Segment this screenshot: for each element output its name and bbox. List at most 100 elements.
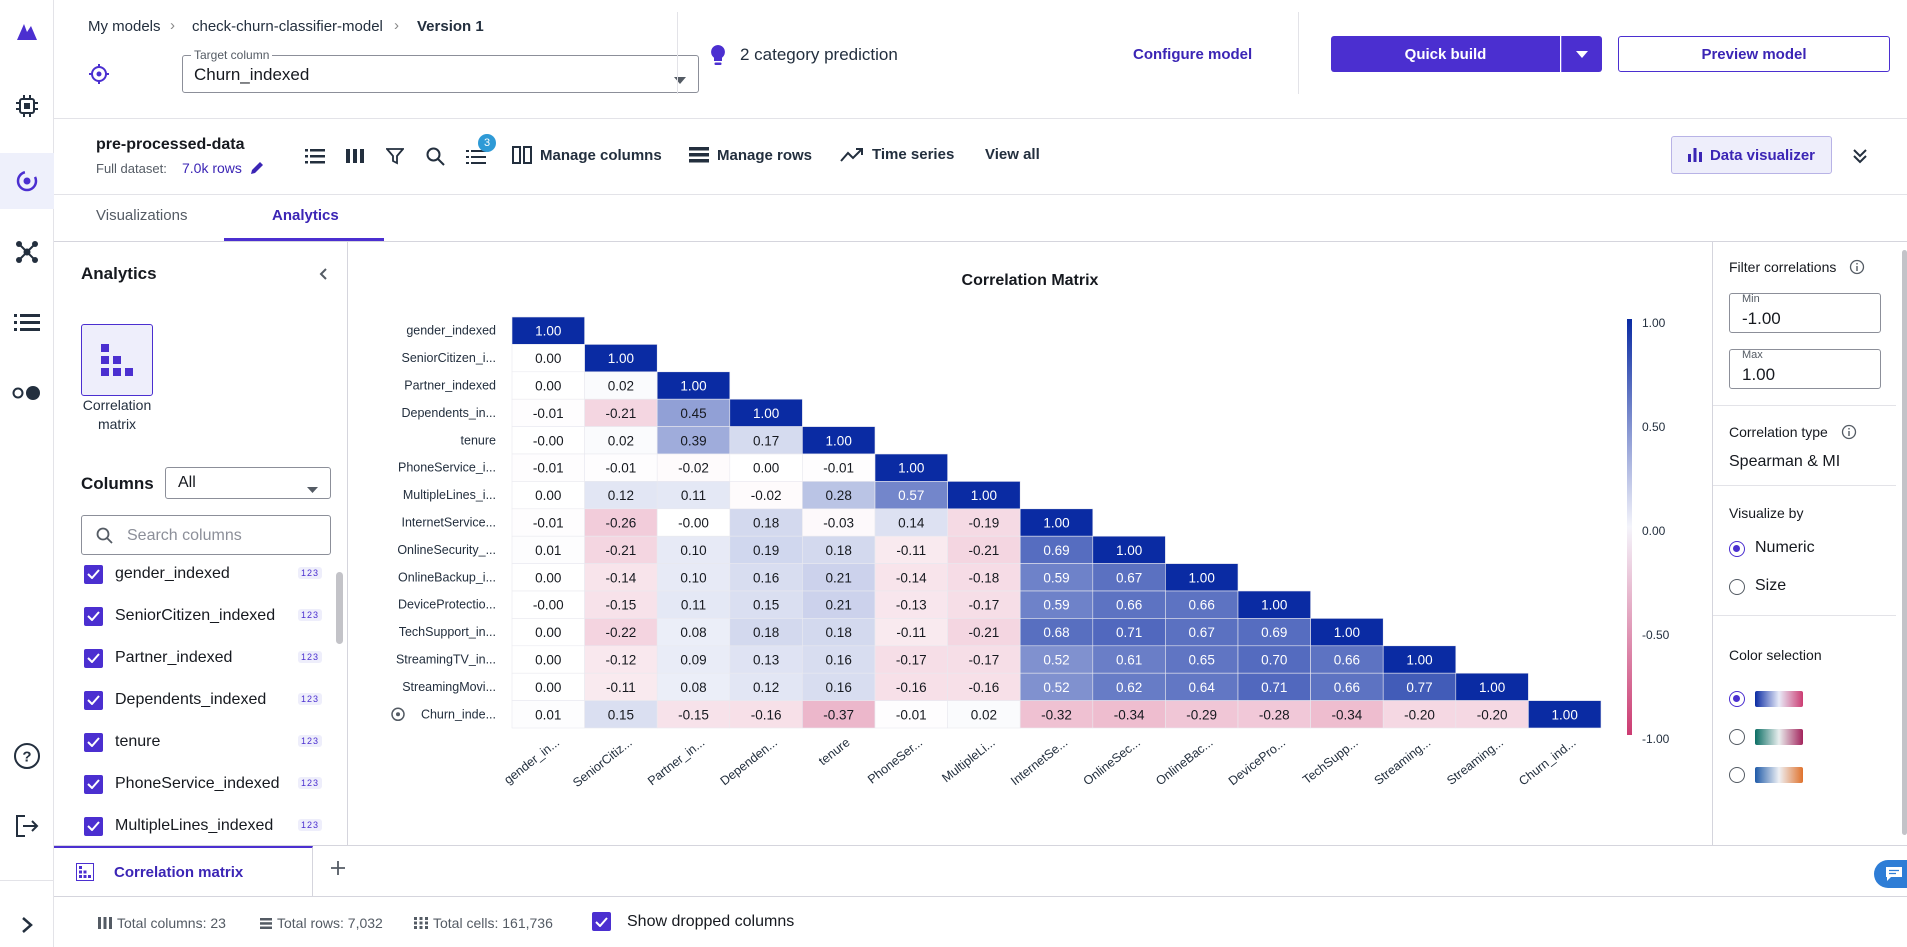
- colorbar-tick-label: 1.00: [1642, 316, 1666, 330]
- breadcrumb-model[interactable]: check-churn-classifier-model: [192, 18, 383, 35]
- max-correlation-input[interactable]: Max 1.00: [1729, 349, 1881, 389]
- color-swatch-blue-orange[interactable]: [1755, 767, 1803, 783]
- color-swatch-blue-pink[interactable]: [1755, 691, 1803, 707]
- manage-columns-button[interactable]: Manage columns: [512, 146, 662, 164]
- cell-value: -0.22: [606, 625, 637, 640]
- column-item[interactable]: Dependents_indexed: [84, 688, 266, 712]
- color-scheme-radio-teal-magenta[interactable]: [1729, 729, 1745, 745]
- column-item[interactable]: SeniorCitizen_indexed: [84, 604, 275, 628]
- column-checkbox[interactable]: [84, 732, 103, 752]
- correlation-matrix-tab[interactable]: Correlation matrix: [54, 846, 313, 896]
- column-checkbox[interactable]: [84, 816, 103, 836]
- columns-filter-select[interactable]: All: [165, 467, 331, 499]
- min-correlation-input[interactable]: Min -1.00: [1729, 293, 1881, 333]
- app-logo-icon[interactable]: [12, 18, 42, 48]
- network-icon[interactable]: [12, 237, 42, 267]
- column-checkbox[interactable]: [84, 606, 103, 626]
- column-label: OnlineSec...: [1081, 735, 1143, 788]
- cell-value: 0.61: [1116, 653, 1142, 668]
- tab-visualizations[interactable]: Visualizations: [96, 207, 187, 224]
- size-radio[interactable]: [1729, 579, 1745, 595]
- numeric-type-badge: 123: [298, 735, 323, 747]
- manage-columns-label: Manage columns: [540, 146, 662, 164]
- cell-value: 0.19: [753, 543, 779, 558]
- preview-model-button[interactable]: Preview model: [1618, 36, 1890, 72]
- edit-pencil-icon[interactable]: [249, 160, 265, 179]
- search-columns-input[interactable]: Search columns: [81, 515, 331, 555]
- column-item[interactable]: tenure: [84, 730, 160, 754]
- cell-value: -0.03: [823, 516, 854, 531]
- column-item[interactable]: PhoneService_indexed: [84, 772, 280, 796]
- quick-build-button[interactable]: Quick build: [1331, 36, 1560, 72]
- build-options-dropdown[interactable]: [1561, 36, 1602, 72]
- time-series-button[interactable]: Time series: [840, 146, 954, 163]
- columns-scrollbar[interactable]: [336, 572, 343, 644]
- expand-chevron-icon[interactable]: [12, 910, 42, 940]
- chip-icon[interactable]: [12, 91, 42, 121]
- cell-value: 1.00: [826, 433, 852, 448]
- color-swatch-teal-magenta[interactable]: [1755, 729, 1803, 745]
- column-view-icon[interactable]: [346, 148, 364, 167]
- show-dropped-checkbox[interactable]: [592, 912, 611, 931]
- column-item[interactable]: Partner_indexed: [84, 646, 232, 670]
- search-icon: [96, 527, 113, 547]
- svg-text:?: ?: [22, 749, 31, 766]
- search-icon[interactable]: [426, 147, 445, 169]
- cell-value: 0.21: [826, 570, 852, 585]
- filter-icon[interactable]: [385, 147, 405, 168]
- max-label: Max: [1742, 349, 1763, 361]
- numeric-radio[interactable]: [1729, 541, 1745, 557]
- correlation-matrix-card[interactable]: [81, 324, 153, 396]
- cell-value: -0.00: [678, 516, 709, 531]
- column-checkbox[interactable]: [84, 774, 103, 794]
- cell-value: 1.00: [1261, 598, 1287, 613]
- cell-value: -0.19: [969, 516, 1000, 531]
- row-label: MultipleLines_i...: [403, 488, 496, 502]
- list-view-icon[interactable]: [305, 148, 325, 167]
- correlation-matrix-tab-label: Correlation matrix: [114, 864, 244, 881]
- rows-count-link[interactable]: 7.0k rows: [182, 160, 242, 176]
- view-all-button[interactable]: View all: [985, 146, 1040, 163]
- cell-value: 0.00: [535, 351, 561, 366]
- target-column-icon: [396, 712, 400, 717]
- column-checkbox[interactable]: [84, 690, 103, 710]
- cell-value: -0.11: [896, 625, 926, 640]
- list-icon[interactable]: [12, 308, 42, 338]
- models-icon[interactable]: [0, 153, 54, 209]
- add-tab-plus-icon[interactable]: [330, 860, 346, 879]
- breadcrumb-my-models[interactable]: My models: [88, 18, 161, 35]
- configure-model-link[interactable]: Configure model: [1133, 46, 1252, 63]
- cell-value: 0.68: [1043, 625, 1069, 640]
- info-icon[interactable]: [1841, 424, 1857, 443]
- logout-icon[interactable]: [12, 811, 42, 841]
- cell-value: -0.11: [896, 543, 926, 558]
- color-scheme-radio-blue-pink[interactable]: [1729, 691, 1745, 707]
- column-item[interactable]: gender_indexed: [84, 562, 230, 586]
- target-column-select[interactable]: Target column Churn_indexed: [182, 48, 699, 93]
- cell-value: 0.21: [826, 598, 852, 613]
- toggle-icon[interactable]: [12, 378, 42, 408]
- tab-analytics[interactable]: Analytics: [272, 207, 339, 224]
- column-checkbox[interactable]: [84, 648, 103, 668]
- manage-rows-button[interactable]: Manage rows: [689, 146, 812, 164]
- dataset-name: pre-processed-data: [96, 136, 245, 153]
- row-label: gender_indexed: [406, 324, 496, 338]
- color-scheme-radio-blue-orange[interactable]: [1729, 767, 1745, 783]
- data-visualizer-button[interactable]: Data visualizer: [1671, 136, 1832, 174]
- chart-title: Correlation Matrix: [962, 272, 1099, 289]
- collapse-panel-chevron-icon[interactable]: [318, 267, 328, 284]
- column-item[interactable]: MultipleLines_indexed: [84, 814, 273, 838]
- help-icon[interactable]: ?: [12, 741, 42, 771]
- cell-value: 0.18: [753, 516, 779, 531]
- column-checkbox[interactable]: [84, 564, 103, 584]
- cell-value: -0.26: [606, 516, 637, 531]
- chat-feedback-button[interactable]: [1874, 860, 1907, 888]
- info-icon[interactable]: [1849, 259, 1865, 278]
- collapse-double-chevron-icon[interactable]: [1852, 148, 1868, 167]
- cell-value: 0.14: [898, 516, 925, 531]
- settings-scrollbar[interactable]: [1902, 250, 1907, 835]
- cell-value: 0.10: [680, 543, 706, 558]
- total-columns-text: Total columns: 23: [117, 915, 226, 931]
- checkmark-icon: [87, 569, 100, 579]
- column-name: Partner_indexed: [115, 649, 233, 666]
